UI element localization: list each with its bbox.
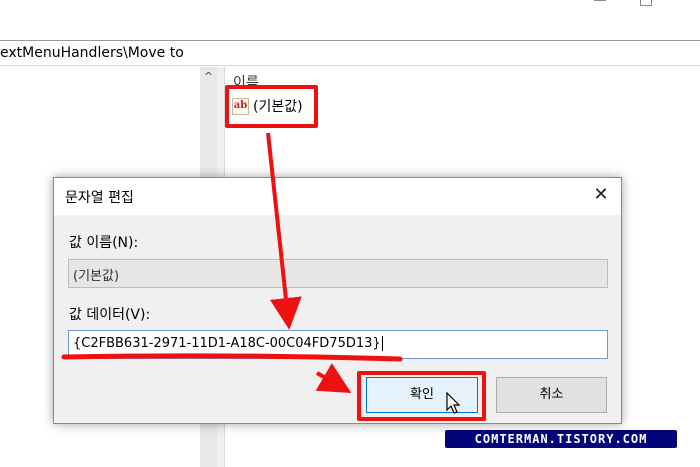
annotation-overlay — [61, 132, 403, 394]
arrow-ok-annotation — [315, 363, 352, 394]
underline-annotation — [61, 353, 403, 362]
mouse-cursor-icon — [446, 392, 461, 414]
watermark: COMTERMAN.TISTORY.COM — [445, 430, 677, 448]
arrow-down-annotation — [266, 132, 302, 330]
